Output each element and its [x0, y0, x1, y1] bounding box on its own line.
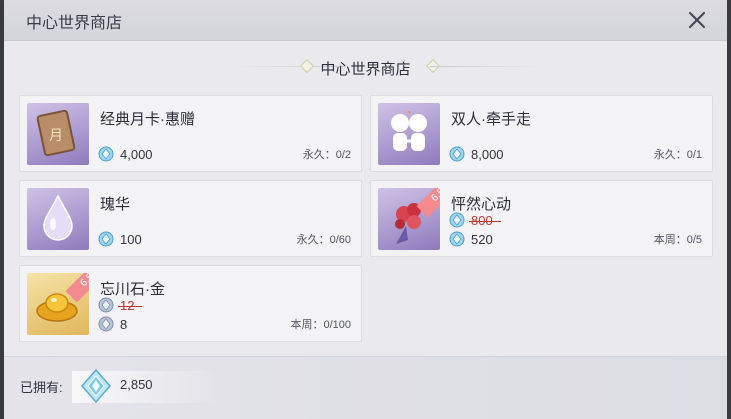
thumb-label: 月	[49, 128, 63, 144]
couple-icon	[391, 110, 427, 151]
close-button[interactable]	[685, 8, 709, 32]
purchase-limit: 永久：0/2	[302, 149, 351, 161]
purchase-limit: 永久：0/1	[653, 149, 702, 161]
price-row: 4,000	[98, 145, 153, 163]
droplet-icon	[43, 194, 73, 241]
gem-icon	[98, 316, 114, 332]
discount-ribbon-wrap: 6.5折	[27, 273, 89, 335]
item-price: 8,000	[471, 146, 504, 162]
month-card-icon: 月	[36, 109, 76, 157]
old-price-row: 12	[98, 296, 144, 314]
shop-item-card[interactable]: 双人·牵手走 8,000 永久：0/1	[370, 95, 713, 172]
title-bar: 中心世界商店	[4, 0, 727, 41]
discount-badge: 6.5折	[65, 273, 89, 303]
gem-icon	[449, 212, 465, 228]
owned-label: 已拥有:	[20, 380, 63, 395]
item-thumbnail	[27, 188, 89, 250]
gem-icon	[98, 146, 114, 162]
purchase-limit: 永久：0/60	[296, 234, 351, 246]
item-name: 经典月卡·惠赠	[100, 111, 195, 128]
item-name: 双人·牵手走	[451, 111, 531, 128]
currency-footer: 已拥有: 2,850	[4, 356, 727, 419]
gem-icon	[98, 297, 114, 313]
item-price: 100	[120, 231, 142, 247]
item-thumbnail: 6.5折	[27, 273, 89, 335]
old-price-row: 800	[449, 211, 501, 229]
purchase-limit: 本周：0/100	[290, 319, 351, 331]
shop-item-card[interactable]: 月 经典月卡·惠赠 4,000 永久：0/2	[19, 95, 362, 172]
price-row: 520	[449, 230, 493, 248]
gem-icon	[449, 146, 465, 162]
item-price: 520	[471, 231, 493, 247]
gem-icon	[81, 368, 111, 404]
gem-icon	[449, 231, 465, 247]
window-title: 中心世界商店	[26, 15, 123, 32]
purchase-limit: 本周：0/5	[653, 234, 702, 246]
price-row: 100	[98, 230, 142, 248]
item-thumbnail	[378, 103, 440, 165]
discount-ribbon-wrap: 6.5折	[378, 188, 440, 250]
shop-window: 中心世界商店 中心世界商店 月 经典月卡·惠赠 4,000 永久：0/2 双人·…	[4, 0, 727, 419]
shop-item-card[interactable]: 瑰华 100 永久：0/60	[19, 180, 362, 257]
item-thumbnail: 月	[27, 103, 89, 165]
shop-title: 中心世界商店	[320, 61, 411, 78]
shop-item-card[interactable]: 6.5折 怦然心动 800 520 本周：0/5	[370, 180, 713, 257]
price-row: 8	[98, 315, 127, 333]
header-divider-right	[430, 66, 540, 67]
price-row: 8,000	[449, 145, 504, 163]
item-old-price: 12	[117, 297, 144, 313]
close-icon	[688, 11, 706, 29]
item-old-price: 800	[469, 212, 501, 228]
item-thumbnail: 6.5折	[378, 188, 440, 250]
shop-header: 中心世界商店	[4, 52, 727, 82]
owned-amount: 2,850	[120, 377, 153, 392]
item-price: 8	[120, 316, 128, 332]
gem-icon	[98, 231, 114, 247]
shop-item-card[interactable]: 6.5折 忘川石·金 12 8 本周：0/100	[19, 265, 362, 342]
item-name: 瑰华	[100, 196, 131, 213]
item-price: 4,000	[120, 146, 153, 162]
discount-badge: 6.5折	[416, 188, 440, 218]
